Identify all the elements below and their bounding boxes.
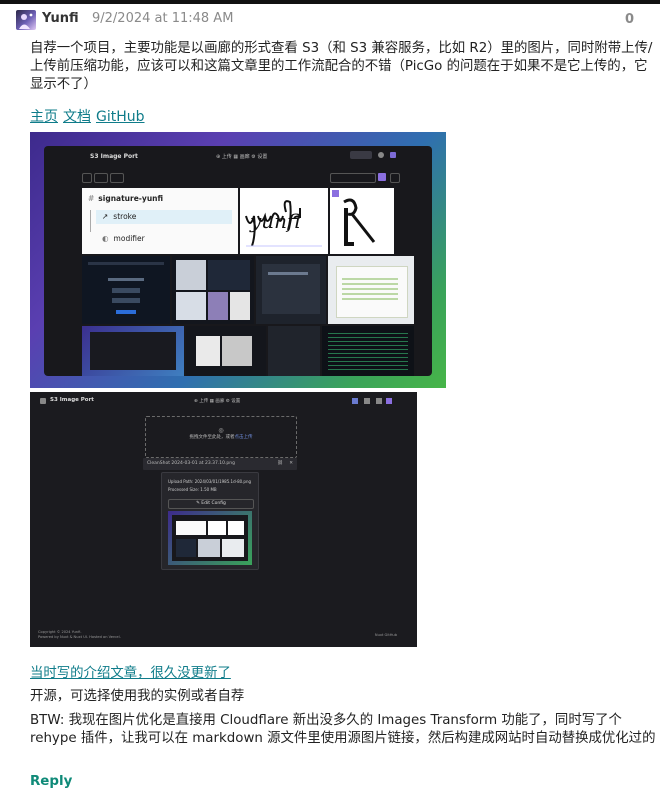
upload-path: Upload Path: 2024/03/01/1985.1d-80.png	[168, 479, 252, 484]
refresh-icon	[82, 173, 92, 183]
dropzone-text: 拖拽文件至此处，或者点击上传	[146, 434, 296, 440]
docs-link[interactable]: 文档	[63, 109, 91, 125]
header-icons	[352, 398, 392, 404]
avatar[interactable]	[16, 10, 36, 30]
sort-icon	[390, 173, 400, 183]
author-name[interactable]: Yunfi	[42, 11, 79, 26]
hash-icon: #	[88, 194, 95, 203]
select-icon	[94, 173, 108, 183]
upload-dropzone: ◎ 拖拽文件至此处，或者点击上传	[145, 416, 297, 458]
edit-config-label: Edit Config	[201, 501, 226, 506]
upload-icon: ◎	[218, 427, 224, 434]
delete-icon	[110, 173, 124, 183]
signature-thumbnail: yunfi	[240, 188, 328, 254]
file-name: CleanShot 2024-03-01 at 23.37.10.png	[147, 461, 235, 466]
thumbnail	[328, 256, 414, 324]
processed-size: Processed Size: 1.50 MB	[168, 487, 217, 492]
app-title: S3 Image Port	[50, 397, 94, 403]
folder-panel: # signature-yunfi ↗ stroke ◐ modifier	[82, 188, 238, 254]
logo-icon	[40, 398, 46, 404]
app-title: S3 Image Port	[90, 153, 138, 160]
item-label: stroke	[113, 212, 137, 221]
folder-title: # signature-yunfi	[88, 194, 163, 203]
homepage-link[interactable]: 主页	[30, 109, 58, 125]
folder-name: signature-yunfi	[98, 194, 164, 203]
post: Yunfi 9/2/2024 at 11:48 AM 0 自荐一个项目，主要功能…	[0, 4, 660, 800]
post-timestamp: 9/2/2024 at 11:48 AM	[92, 11, 234, 26]
link-icon: ⛓	[277, 461, 283, 466]
gallery-screenshot[interactable]: S3 Image Port ⊕ 上传 ▦ 画廊 ⚙ 设置 # signature-…	[30, 132, 446, 388]
post-paragraph: BTW: 我现在图片优化是直接用 Cloudflare 新出没多久的 Image…	[30, 713, 656, 746]
app-footer: Copyright © 2024 Yunfi. Powered by Nuxt …	[38, 630, 121, 640]
app-topbar: S3 Image Port ⊕ 上传 ▦ 画廊 ⚙ 设置	[44, 146, 432, 168]
thumbnail	[256, 256, 326, 324]
close-icon: ✕	[289, 461, 293, 466]
gallery-toolbar	[44, 170, 432, 184]
view-icon	[378, 173, 386, 181]
reply-button[interactable]: Reply	[30, 774, 72, 789]
glyph-thumbnail	[330, 188, 394, 254]
project-links: 主页 文档 GitHub	[30, 106, 150, 126]
preview-image	[168, 511, 252, 565]
post-paragraph: 自荐一个项目，主要功能是以画廊的形式查看 S3（和 S3 兼容服务，比如 R2）…	[30, 41, 653, 92]
item-stroke: ↗ stroke	[102, 212, 136, 221]
item-label: modifier	[113, 234, 145, 243]
thumbnail	[186, 326, 266, 376]
thumbnail	[82, 256, 170, 324]
footer-links: Nuxt GitHub	[374, 633, 397, 637]
dropzone-hint: 拖拽文件至此处，或者	[189, 435, 235, 440]
thumbnail	[268, 326, 320, 376]
file-info-popover: Upload Path: 2024/03/01/1985.1d-80.png P…	[161, 472, 259, 570]
file-item: CleanShot 2024-03-01 at 23.37.10.png ⛓ ✕	[143, 458, 297, 470]
vote-score: 0	[624, 12, 634, 27]
article-link[interactable]: 当时写的介绍文章，很久没更新了	[30, 661, 231, 681]
theme-toggle	[350, 151, 372, 159]
upload-screenshot[interactable]: S3 Image Port ⊕ 上传 ▦ 画廊 ⚙ 设置 ◎ 拖拽文件至此处，或…	[30, 392, 417, 647]
thumbnail	[322, 326, 414, 376]
signature-text: yunfi	[249, 209, 300, 233]
github-link[interactable]: GitHub	[96, 109, 145, 125]
settings-icon	[378, 152, 384, 158]
app-nav: ⊕ 上传 ▦ 画廊 ⚙ 设置	[194, 399, 241, 404]
thumbnail	[82, 326, 184, 376]
contrast-icon: ◐	[102, 234, 109, 243]
post-paragraph: 开源，可选择使用我的实例或者自荐	[30, 689, 245, 704]
arrow-icon: ↗	[102, 212, 109, 221]
footer-powered: Powered by Nuxt & Nuxt UI. Hosted on Ver…	[38, 635, 121, 639]
app-nav: ⊕ 上传 ▦ 画廊 ⚙ 设置	[216, 154, 268, 160]
search-field	[330, 173, 376, 183]
user-icon	[390, 152, 396, 158]
thumbnail	[172, 256, 254, 324]
edit-config-button: ✎ Edit Config	[168, 499, 254, 509]
item-modifier: ◐ modifier	[102, 234, 145, 243]
app-window: S3 Image Port ⊕ 上传 ▦ 画廊 ⚙ 设置 # signature-…	[44, 146, 432, 376]
click-upload-link: 点击上传	[234, 435, 253, 440]
tree-line	[90, 210, 91, 232]
